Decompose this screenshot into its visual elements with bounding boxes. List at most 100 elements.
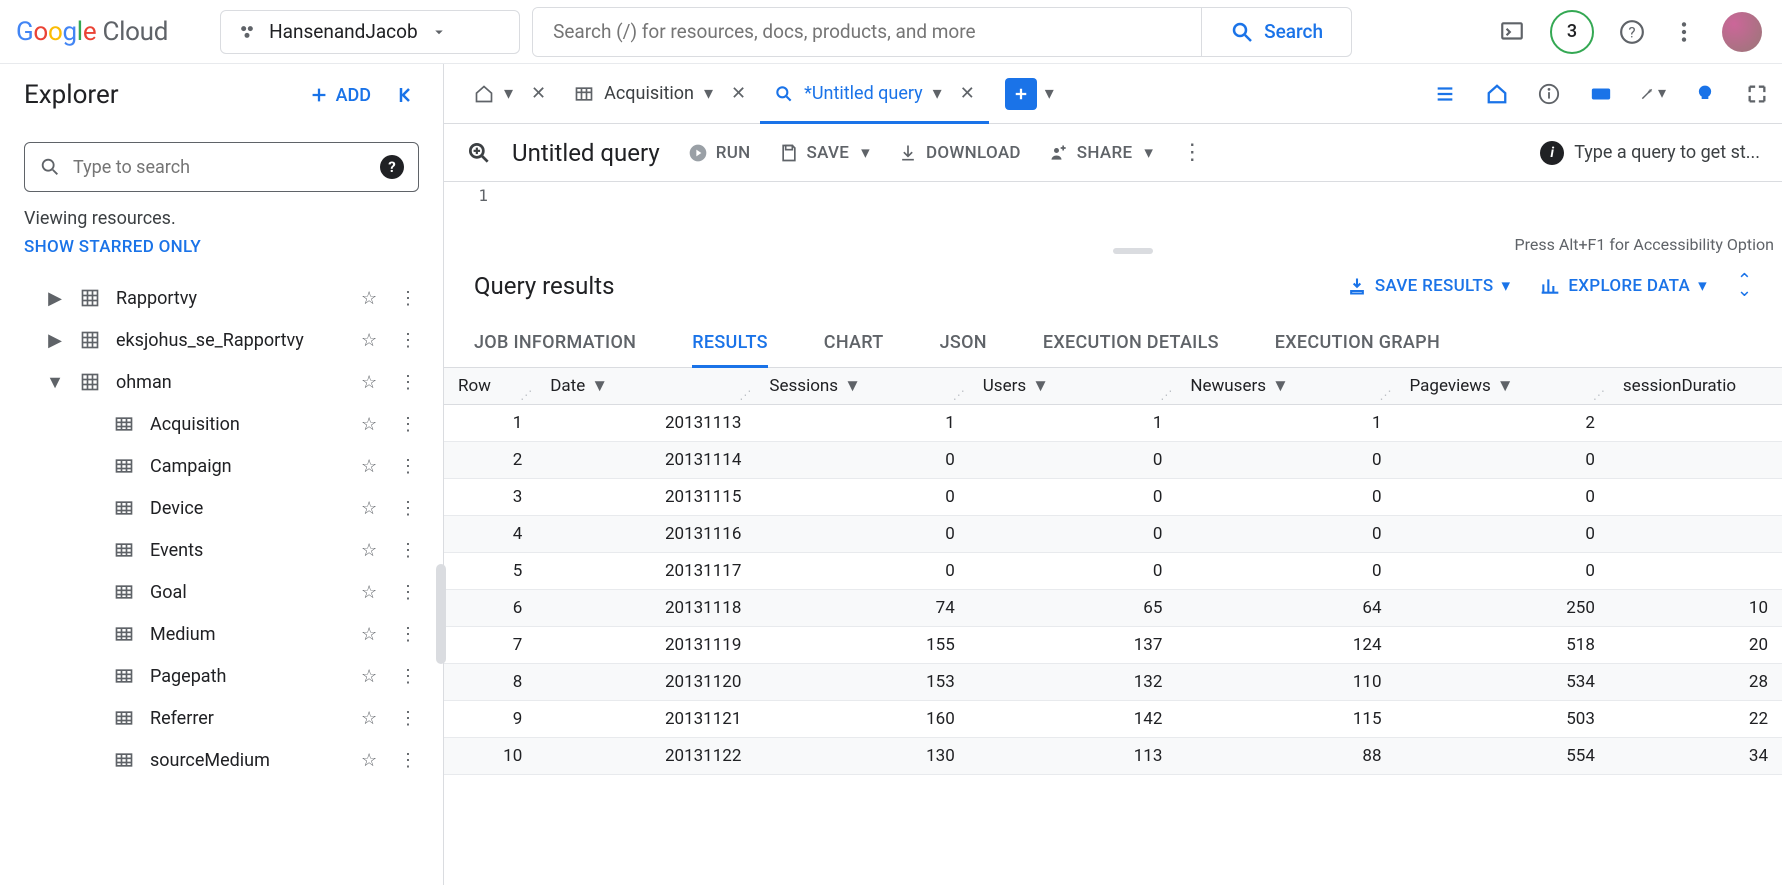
info-icon[interactable]	[1536, 83, 1562, 105]
more-vert-icon[interactable]: ⋮	[399, 414, 419, 435]
tab-json[interactable]: JSON	[940, 318, 987, 367]
col-row[interactable]: Row⋰	[444, 368, 536, 405]
lightbulb-icon[interactable]	[1692, 83, 1718, 105]
star-icon[interactable]: ☆	[361, 372, 385, 393]
star-icon[interactable]: ☆	[361, 708, 385, 729]
help-icon[interactable]: ?	[1618, 18, 1646, 46]
more-vert-icon[interactable]: ⋮	[399, 288, 419, 309]
show-starred-button[interactable]: SHOW STARRED ONLY	[24, 237, 419, 257]
table-item[interactable]: Campaign ☆ ⋮	[24, 445, 419, 487]
explorer-search-input[interactable]	[73, 157, 368, 178]
star-icon[interactable]: ☆	[361, 540, 385, 561]
star-icon[interactable]: ☆	[361, 456, 385, 477]
table-item[interactable]: sourceMedium ☆ ⋮	[24, 739, 419, 781]
collapse-icon[interactable]: ▼	[44, 372, 66, 393]
col-users[interactable]: Users▼⋰	[969, 368, 1177, 405]
table-row[interactable]: 10201311221301138855434	[444, 738, 1782, 775]
dataset-item[interactable]: ▶ eksjohus_se_Rapportvy ☆ ⋮	[24, 319, 419, 361]
expand-icon[interactable]: ▶	[44, 330, 66, 351]
more-vert-icon[interactable]: ⋮	[399, 750, 419, 771]
close-icon[interactable]: ✕	[731, 83, 746, 104]
col-pageviews[interactable]: Pageviews▼⋰	[1396, 368, 1609, 405]
more-vert-icon[interactable]: ⋮	[399, 666, 419, 687]
star-icon[interactable]: ☆	[361, 582, 385, 603]
sql-editor[interactable]: 1 Press Alt+F1 for Accessibility Option	[444, 182, 1782, 254]
run-button[interactable]: RUN	[688, 143, 751, 163]
tab-execution-details[interactable]: EXECUTION DETAILS	[1043, 318, 1219, 367]
close-icon[interactable]: ✕	[960, 83, 975, 104]
tab-untitled-query[interactable]: *Untitled query ▾ ✕	[760, 64, 989, 123]
star-icon[interactable]: ☆	[361, 750, 385, 771]
table-row[interactable]: 2201311140000	[444, 442, 1782, 479]
resize-handle[interactable]	[1113, 248, 1153, 254]
list-icon[interactable]	[1432, 83, 1458, 105]
more-vert-icon[interactable]: ⋮	[399, 624, 419, 645]
more-vert-icon[interactable]: ⋮	[399, 372, 419, 393]
more-vert-icon[interactable]: ⋮	[399, 540, 419, 561]
project-picker[interactable]: HansenandJacob	[220, 10, 520, 54]
scrollbar-thumb[interactable]	[436, 564, 446, 664]
cloud-shell-icon[interactable]	[1498, 18, 1526, 46]
gcp-logo[interactable]: Google Cloud	[16, 17, 168, 47]
table-row[interactable]: 4201311160000	[444, 516, 1782, 553]
star-icon[interactable]: ☆	[361, 498, 385, 519]
star-icon[interactable]: ☆	[361, 624, 385, 645]
new-tab-button[interactable]	[1005, 78, 1037, 110]
table-item[interactable]: Acquisition ☆ ⋮	[24, 403, 419, 445]
star-icon[interactable]: ☆	[361, 414, 385, 435]
col-sessions[interactable]: Sessions▼⋰	[755, 368, 968, 405]
col-duration[interactable]: sessionDuratio	[1609, 368, 1782, 405]
magic-wand-icon[interactable]: ▾	[1640, 83, 1666, 105]
account-avatar[interactable]	[1722, 12, 1762, 52]
table-item[interactable]: Referrer ☆ ⋮	[24, 697, 419, 739]
trial-badge[interactable]: 3	[1550, 10, 1594, 54]
more-vert-icon[interactable]: ⋮	[399, 708, 419, 729]
col-date[interactable]: Date▼⋰	[536, 368, 755, 405]
collapse-panel-icon[interactable]	[395, 83, 419, 107]
table-item[interactable]: Device ☆ ⋮	[24, 487, 419, 529]
table-row[interactable]: 1201311131112	[444, 405, 1782, 442]
download-button[interactable]: DOWNLOAD	[898, 143, 1021, 163]
search-input[interactable]	[533, 8, 1201, 56]
save-button[interactable]: SAVE▾	[779, 143, 871, 163]
search-button[interactable]: Search	[1201, 8, 1351, 56]
new-tab-dropdown[interactable]: ▾	[1037, 64, 1062, 123]
tab-chart[interactable]: CHART	[824, 318, 884, 367]
share-button[interactable]: SHARE▾	[1049, 143, 1153, 163]
more-vert-icon[interactable]: ⋮	[399, 498, 419, 519]
table-item[interactable]: Goal ☆ ⋮	[24, 571, 419, 613]
more-vert-icon[interactable]: ⋮	[399, 456, 419, 477]
more-vert-icon[interactable]: ⋮	[1181, 140, 1203, 165]
save-results-button[interactable]: SAVE RESULTS▾	[1347, 276, 1510, 296]
expand-icon[interactable]: ▶	[44, 288, 66, 309]
tab-execution-graph[interactable]: EXECUTION GRAPH	[1275, 318, 1440, 367]
star-icon[interactable]: ☆	[361, 288, 385, 309]
table-row[interactable]: 82013112015313211053428	[444, 664, 1782, 701]
tab-job-information[interactable]: JOB INFORMATION	[474, 318, 636, 367]
chevron-down-icon[interactable]: ▾	[933, 83, 942, 104]
explore-data-button[interactable]: EXPLORE DATA▾	[1540, 276, 1707, 296]
table-row[interactable]: 5201311170000	[444, 553, 1782, 590]
star-icon[interactable]: ☆	[361, 666, 385, 687]
table-row[interactable]: 92013112116014211550322	[444, 701, 1782, 738]
table-row[interactable]: 72013111915513712451820	[444, 627, 1782, 664]
dataset-item[interactable]: ▶ Rapportvy ☆ ⋮	[24, 277, 419, 319]
star-icon[interactable]: ☆	[361, 330, 385, 351]
more-vert-icon[interactable]: ⋮	[399, 330, 419, 351]
table-row[interactable]: 62013111874656425010	[444, 590, 1782, 627]
tab-acquisition[interactable]: Acquisition ▾ ✕	[560, 64, 760, 123]
table-row[interactable]: 3201311150000	[444, 479, 1782, 516]
search-help-icon[interactable]: ?	[380, 155, 404, 179]
dataset-item[interactable]: ▼ ohman ☆ ⋮	[24, 361, 419, 403]
close-icon[interactable]: ✕	[531, 83, 546, 104]
more-vert-icon[interactable]: ⋮	[399, 582, 419, 603]
col-newusers[interactable]: Newusers▼⋰	[1176, 368, 1395, 405]
chevron-down-icon[interactable]: ▾	[704, 83, 713, 104]
chevron-down-icon[interactable]: ▾	[504, 83, 513, 104]
tab-results[interactable]: RESULTS	[692, 318, 768, 367]
home-icon[interactable]	[1484, 83, 1510, 105]
fullscreen-icon[interactable]	[1744, 83, 1770, 105]
expand-collapse-icon[interactable]: ⌃⌄	[1737, 276, 1752, 296]
more-vert-icon[interactable]	[1670, 18, 1698, 46]
table-item[interactable]: Pagepath ☆ ⋮	[24, 655, 419, 697]
